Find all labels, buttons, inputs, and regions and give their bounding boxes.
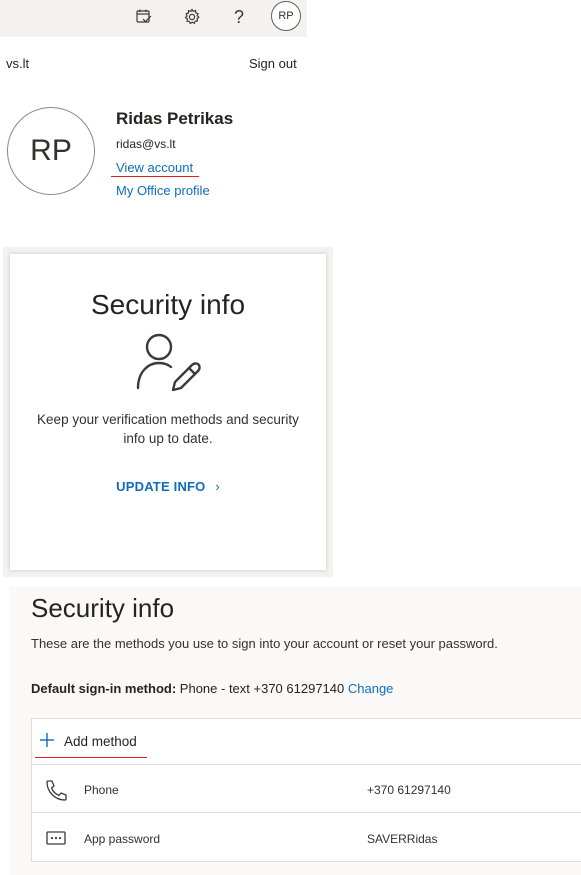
default-sign-in-method: Default sign-in method: Phone - text +37… bbox=[31, 681, 393, 696]
method-type: Phone bbox=[84, 783, 119, 797]
method-detail: SAVERRidas bbox=[367, 832, 438, 846]
help-icon[interactable]: ? bbox=[226, 4, 252, 30]
page-title: Security info bbox=[31, 593, 175, 623]
organization-name: vs.lt bbox=[6, 56, 30, 71]
view-account-link[interactable]: View account bbox=[116, 160, 193, 175]
top-header-bar: ? RP bbox=[0, 0, 307, 37]
add-method-label: Add method bbox=[64, 734, 137, 749]
method-detail: +370 61297140 bbox=[367, 783, 451, 797]
user-display-name: Ridas Petrikas bbox=[116, 109, 234, 128]
update-info-link[interactable]: UPDATE INFO › bbox=[10, 479, 326, 494]
chevron-right-icon: › bbox=[215, 479, 220, 494]
plus-icon bbox=[39, 732, 55, 748]
row-divider bbox=[31, 812, 581, 813]
row-divider bbox=[31, 764, 581, 765]
card-title: Security info bbox=[90, 289, 246, 320]
gear-icon[interactable] bbox=[179, 4, 205, 30]
change-default-link[interactable]: Change bbox=[348, 681, 394, 696]
card-description: Keep your verification methods and secur… bbox=[37, 412, 299, 446]
update-info-label: UPDATE INFO bbox=[116, 479, 206, 494]
office-profile-link[interactable]: My Office profile bbox=[116, 183, 210, 198]
highlight-underline bbox=[111, 176, 199, 177]
user-edit-icon bbox=[133, 330, 203, 397]
calendar-check-icon[interactable] bbox=[131, 4, 157, 30]
account-avatar: RP bbox=[7, 107, 95, 195]
app-password-icon bbox=[44, 829, 70, 851]
default-method-label: Default sign-in method: bbox=[31, 681, 177, 696]
highlight-underline bbox=[35, 757, 147, 758]
user-email: ridas@vs.lt bbox=[116, 137, 176, 151]
page-subtitle: These are the methods you use to sign in… bbox=[31, 636, 498, 651]
sign-out-link[interactable]: Sign out bbox=[249, 56, 297, 71]
header-avatar[interactable]: RP bbox=[271, 1, 301, 31]
method-type: App password bbox=[84, 832, 161, 846]
phone-icon bbox=[44, 779, 70, 801]
default-method-value: Phone - text +370 61297140 bbox=[179, 681, 345, 696]
